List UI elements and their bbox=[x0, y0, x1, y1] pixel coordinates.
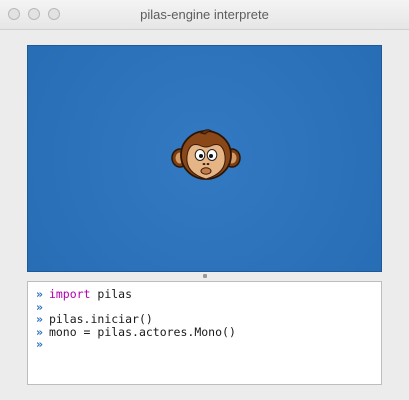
console-line: » mono = pilas.actores.Mono() bbox=[36, 324, 373, 339]
monkey-face-icon[interactable] bbox=[171, 126, 241, 186]
interpreter-console[interactable]: » import pilas » » pilas.iniciar() » mono =… bbox=[27, 281, 382, 385]
app-window: pilas-engine interprete » import pilas »… bbox=[0, 0, 409, 400]
window-title: pilas-engine interprete bbox=[140, 7, 269, 22]
code-keyword: import bbox=[48, 287, 91, 301]
pane-splitter[interactable] bbox=[27, 273, 382, 280]
prompt-symbol: » bbox=[36, 337, 43, 352]
prompt-symbol: » bbox=[36, 287, 43, 301]
console-input-line[interactable]: » bbox=[36, 338, 373, 351]
code-text: mono = pilas.actores.Mono() bbox=[48, 324, 236, 339]
code-text: pilas bbox=[90, 287, 133, 301]
console-line: » import pilas bbox=[36, 288, 373, 301]
game-canvas[interactable] bbox=[27, 45, 382, 272]
splitter-grip-icon[interactable] bbox=[203, 274, 207, 278]
title-bar: pilas-engine interprete bbox=[0, 0, 409, 30]
